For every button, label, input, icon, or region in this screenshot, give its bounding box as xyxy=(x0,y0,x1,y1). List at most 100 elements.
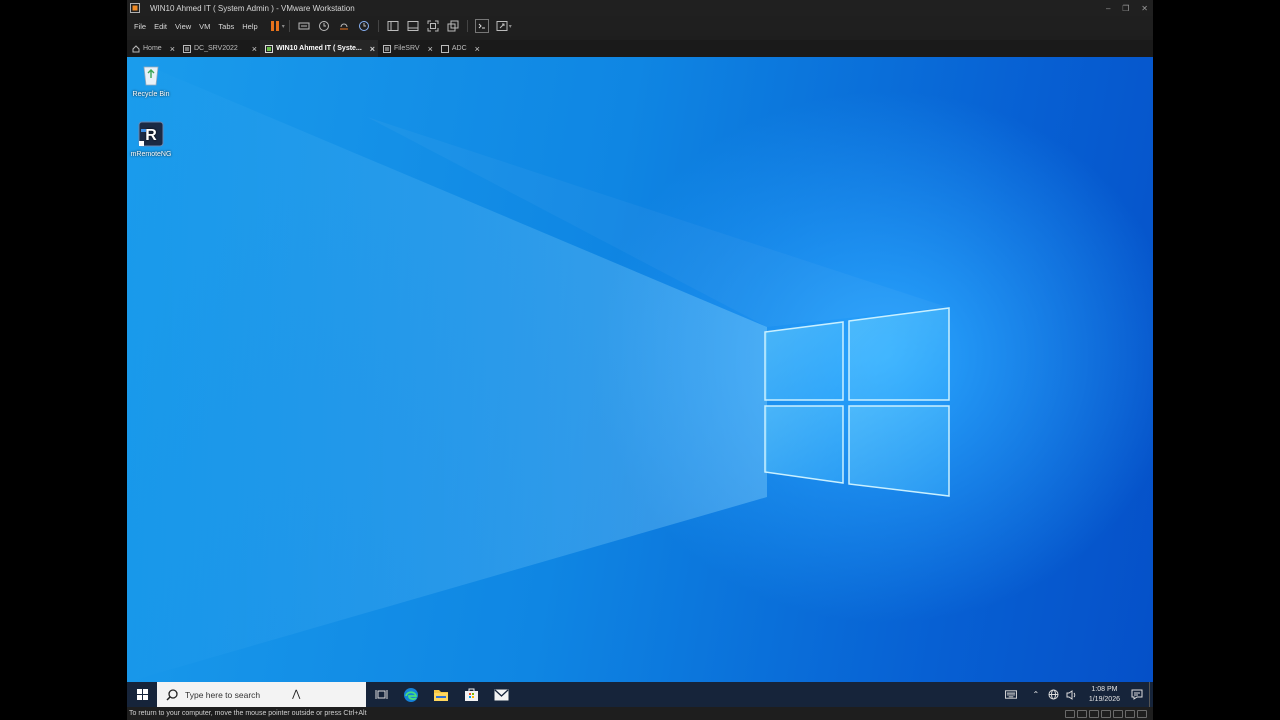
pause-button[interactable] xyxy=(268,19,282,33)
taskbar-microsoft-store[interactable] xyxy=(456,682,486,707)
revert-snapshot-button[interactable] xyxy=(337,19,351,33)
unity-button[interactable] xyxy=(446,19,460,33)
snapshot-manager-icon xyxy=(358,21,369,31)
menu-file[interactable]: File xyxy=(130,22,150,31)
usb-icon[interactable] xyxy=(1101,709,1111,718)
snapshot-manager-button[interactable] xyxy=(357,19,371,33)
keyboard-layout-button[interactable] xyxy=(1004,689,1017,701)
speaker-icon xyxy=(1066,689,1076,700)
edge-icon xyxy=(404,687,418,702)
minimize-icon[interactable]: – xyxy=(1106,4,1110,13)
device-status-icons xyxy=(1063,709,1147,718)
close-icon[interactable]: ✕ xyxy=(1141,4,1148,13)
clock-date: 1/19/2026 xyxy=(1088,695,1120,703)
close-icon[interactable]: × xyxy=(252,44,257,54)
tab-label: DC_SRV2022 xyxy=(193,45,238,52)
full-screen-button[interactable] xyxy=(426,19,440,33)
mail-icon xyxy=(494,689,508,700)
mremoteng-icon: R xyxy=(138,121,164,147)
taskbar-mail[interactable] xyxy=(486,682,516,707)
restore-icon[interactable]: ❐ xyxy=(1122,4,1129,13)
globe-icon xyxy=(1048,689,1059,700)
unity-icon xyxy=(447,20,459,32)
send-ctrl-alt-del-button[interactable] xyxy=(297,19,311,33)
stretch-guest-button[interactable] xyxy=(495,19,509,33)
revert-icon xyxy=(339,23,348,30)
display-icon[interactable] xyxy=(1137,709,1147,718)
hdd-icon[interactable] xyxy=(1065,709,1075,718)
tab-filesrv[interactable]: FileSRV × xyxy=(378,40,436,57)
close-icon[interactable]: × xyxy=(475,44,480,54)
guest-desktop[interactable]: Recycle Bin R mRemoteNG xyxy=(127,57,1153,682)
status-bar: To return to your computer, move the mou… xyxy=(127,707,1153,720)
tab-adc[interactable]: ADC × xyxy=(436,40,483,57)
close-icon[interactable]: × xyxy=(370,44,375,54)
desktop-icon-mremoteng[interactable]: R mRemoteNG xyxy=(128,121,174,158)
menu-view[interactable]: View xyxy=(171,22,195,31)
search-placeholder: Type here to search xyxy=(185,689,261,700)
chevron-down-icon[interactable]: ▾ xyxy=(282,23,285,30)
thumbnail-bar-button[interactable] xyxy=(406,19,420,33)
vm-icon xyxy=(440,44,449,53)
sound-card-icon[interactable] xyxy=(1113,709,1123,718)
show-desktop-button[interactable] xyxy=(1149,682,1153,707)
vm-tab-bar: Home × DC_SRV2022 × WIN10 Ahmed IT ( Sys… xyxy=(127,40,1153,57)
terminal-icon xyxy=(478,23,485,29)
recycle-bin-icon xyxy=(143,66,159,86)
vmware-window: WIN10 Ahmed IT ( System Admin ) - VMware… xyxy=(127,0,1153,720)
chevron-up-icon: ⌃ xyxy=(1032,690,1040,699)
guest-taskbar: Type here to search ⋀ ⌃ 1:08 PM 1/19/202… xyxy=(127,682,1153,707)
stretch-icon xyxy=(496,21,508,31)
clock-time: 1:08 PM xyxy=(1091,685,1118,693)
tab-label: Home xyxy=(143,45,162,52)
show-hidden-icons-button[interactable]: ⌃ xyxy=(1030,689,1042,701)
tab-label: FileSRV xyxy=(394,45,420,52)
menu-tabs[interactable]: Tabs xyxy=(214,22,238,31)
taskbar-file-explorer[interactable] xyxy=(426,682,456,707)
snapshot-button[interactable] xyxy=(317,19,331,33)
svg-text:R: R xyxy=(145,127,157,144)
taskbar-clock[interactable]: 1:08 PM 1/19/2026 xyxy=(1089,685,1120,705)
printer-icon[interactable] xyxy=(1125,709,1135,718)
menu-vm[interactable]: VM xyxy=(195,22,214,31)
taskbar-edge[interactable] xyxy=(396,682,426,707)
desktop-icon-label: mRemoteNG xyxy=(130,151,172,158)
tab-win10-ahmed-it[interactable]: WIN10 Ahmed IT ( Syste... × xyxy=(260,40,379,57)
console-view-button[interactable] xyxy=(474,19,489,33)
folder-icon xyxy=(434,689,448,701)
windows-start-icon xyxy=(136,689,148,700)
toolbar-divider xyxy=(288,20,290,32)
window-title: WIN10 Ahmed IT ( System Admin ) - VMware… xyxy=(150,3,355,13)
sidebar-icon xyxy=(387,21,399,31)
library-button[interactable] xyxy=(386,19,400,33)
notification-icon xyxy=(1131,689,1143,700)
task-view-icon xyxy=(375,690,387,699)
tab-label: ADC xyxy=(451,45,467,52)
tab-label: WIN10 Ahmed IT ( Syste... xyxy=(276,45,362,52)
clock-icon xyxy=(318,21,329,31)
fullscreen-icon xyxy=(427,20,439,32)
tab-home[interactable]: Home × xyxy=(127,40,178,57)
close-icon[interactable]: × xyxy=(428,44,433,54)
close-icon[interactable]: × xyxy=(170,44,175,54)
network-adapter-icon[interactable] xyxy=(1089,709,1099,718)
tab-dc-srv2022[interactable]: DC_SRV2022 × xyxy=(178,40,260,57)
menu-edit[interactable]: Edit xyxy=(150,22,171,31)
desktop-icon-recycle-bin[interactable]: Recycle Bin xyxy=(128,61,174,98)
menu-bar: File Edit View VM Tabs Help ▾ ▾ xyxy=(127,16,1153,36)
vmware-app-icon xyxy=(130,3,140,13)
start-button[interactable] xyxy=(127,682,157,707)
toolbar-divider xyxy=(377,20,379,32)
vm-icon xyxy=(182,44,191,53)
store-icon xyxy=(464,688,478,701)
system-tray: ⌃ 1:08 PM 1/19/2026 xyxy=(1002,682,1153,707)
volume-button[interactable] xyxy=(1066,689,1078,701)
network-button[interactable] xyxy=(1048,689,1060,701)
task-view-button[interactable] xyxy=(366,682,396,707)
menu-help[interactable]: Help xyxy=(238,22,261,31)
chevron-down-icon[interactable]: ▾ xyxy=(509,23,512,30)
taskbar-search-box[interactable]: Type here to search ⋀ xyxy=(157,682,366,707)
cd-icon[interactable] xyxy=(1077,709,1087,718)
toolbar-divider xyxy=(466,20,468,32)
action-center-button[interactable] xyxy=(1131,689,1143,701)
